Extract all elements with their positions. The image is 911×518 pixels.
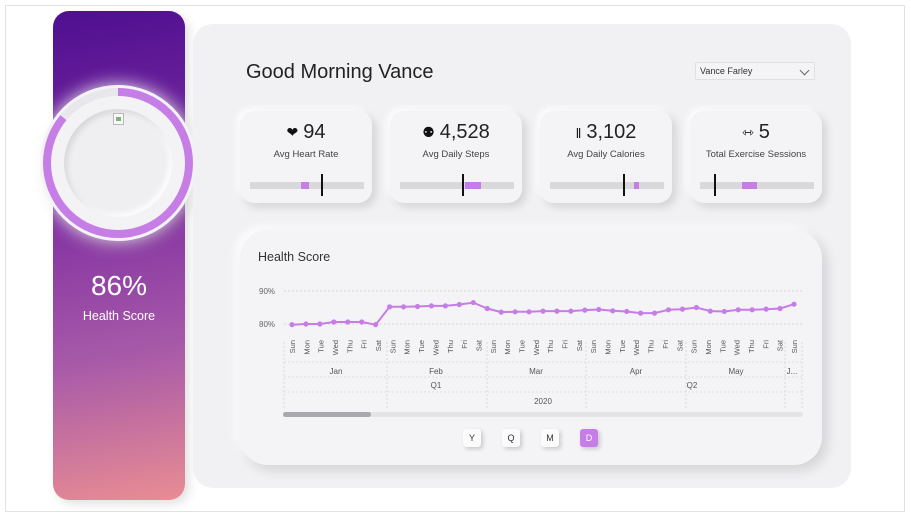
kpi-target-marker	[461, 174, 464, 196]
period-button-m[interactable]: M	[541, 429, 559, 447]
kpi-range-track	[700, 182, 814, 189]
kpi-header: ❤ 94	[240, 121, 372, 144]
kpi-range-track	[400, 182, 514, 189]
chart-scrollbar-thumb[interactable]	[283, 412, 371, 417]
chevron-down-icon	[799, 65, 810, 76]
user-select-dropdown[interactable]: Vance Farley	[695, 62, 815, 80]
kpi-label: Avg Daily Steps	[422, 149, 490, 160]
kpi-value: 5	[758, 121, 770, 143]
kpi-card: ‖ 3,102 Avg Daily Calories	[540, 111, 672, 203]
kpi-range-track	[250, 182, 364, 189]
kpi-range-fill	[634, 182, 639, 189]
kpi-value: 3,102	[586, 121, 637, 143]
kpi-label: Avg Heart Rate	[273, 149, 339, 160]
period-button-q[interactable]: Q	[502, 429, 520, 447]
kpi-target-marker	[622, 174, 625, 196]
kpi-target-marker	[320, 174, 323, 196]
kpi-card: ❤ 94 Avg Heart Rate	[240, 111, 372, 203]
kpi-range-track	[550, 182, 664, 189]
footsteps-icon: ⚉	[422, 124, 435, 140]
kpi-target-marker	[713, 174, 716, 196]
kpi-range-fill	[301, 182, 310, 189]
kpi-header: ⚉ 4,528	[390, 121, 522, 144]
health-score-label: Health Score	[82, 309, 156, 323]
health-score-value: 86%	[90, 270, 148, 301]
kpi-header: ⇿ 5	[690, 121, 822, 144]
kpi-label: Avg Daily Calories	[567, 149, 645, 160]
health-score-chart-card	[240, 230, 822, 465]
user-select-value: Vance Farley	[700, 66, 753, 76]
heart-icon: ❤	[286, 124, 299, 140]
kpi-value: 4,528	[439, 121, 490, 143]
broken-image-icon	[113, 113, 124, 125]
kpi-range-fill	[464, 182, 481, 189]
greeting-title: Good Morning Vance	[246, 61, 434, 83]
period-button-d[interactable]: D	[580, 429, 598, 447]
kpi-value: 94	[303, 121, 326, 143]
kpi-range-fill	[742, 182, 757, 189]
health-score-ring-center	[64, 109, 172, 217]
kpi-card: ⚉ 4,528 Avg Daily Steps	[390, 111, 522, 203]
kpi-header: ‖ 3,102	[540, 121, 672, 144]
kpi-card: ⇿ 5 Total Exercise Sessions	[690, 111, 822, 203]
chart-title: Health Score	[258, 250, 331, 264]
kpi-label: Total Exercise Sessions	[705, 149, 807, 160]
period-button-y[interactable]: Y	[463, 429, 481, 447]
dumbbell-icon: ⇿	[742, 124, 754, 140]
cutlery-icon: ‖	[575, 124, 582, 141]
